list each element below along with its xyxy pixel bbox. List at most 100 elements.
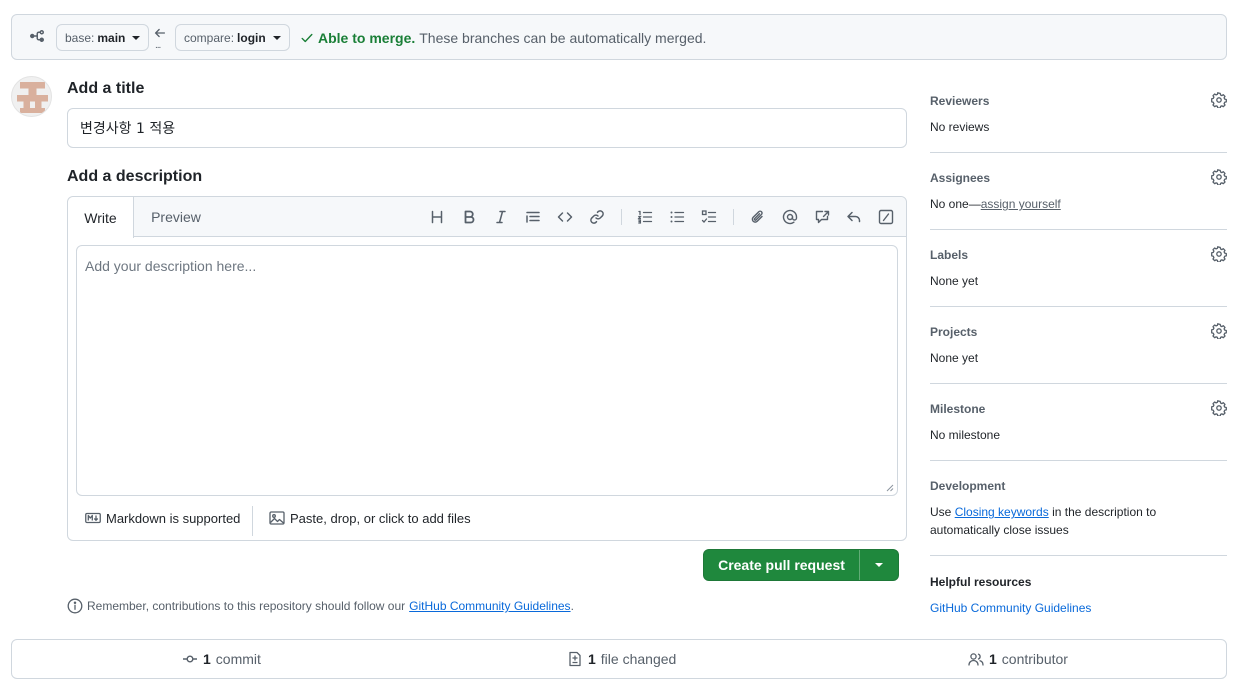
tab-write[interactable]: Write xyxy=(68,197,134,238)
footer-divider xyxy=(252,506,253,536)
gear-icon[interactable] xyxy=(1211,400,1227,416)
guidelines-text: Remember, contributions to this reposito… xyxy=(87,599,406,613)
slash-command-icon[interactable] xyxy=(878,209,894,225)
gear-icon[interactable] xyxy=(1211,92,1227,108)
base-prefix: base: xyxy=(65,30,95,45)
sidebar-divider xyxy=(930,555,1227,556)
create-options-dropdown[interactable] xyxy=(860,550,898,580)
numbered-list-icon[interactable] xyxy=(637,209,653,225)
projects-value: None yet xyxy=(930,351,979,365)
assignees-heading[interactable]: Assignees xyxy=(930,171,990,185)
quote-icon[interactable] xyxy=(525,209,541,225)
merge-status: Able to merge. These branches can be aut… xyxy=(300,30,706,46)
compare-dots: ... xyxy=(155,40,161,51)
merge-message: These branches can be automatically merg… xyxy=(419,30,707,46)
labels-value: None yet xyxy=(930,274,979,288)
merge-ok-text: Able to merge. xyxy=(318,30,416,46)
markdown-note: Markdown is supported xyxy=(106,510,241,526)
development-value: Use Closing keywords in the description … xyxy=(930,503,1156,539)
title-input[interactable] xyxy=(67,108,907,148)
commit-icon xyxy=(182,651,198,667)
create-pull-request-button[interactable]: Create pull request xyxy=(704,550,859,580)
labels-heading[interactable]: Labels xyxy=(930,248,968,262)
markdown-icon xyxy=(85,510,101,526)
attach-files-button[interactable]: Paste, drop, or click to add files xyxy=(269,510,471,526)
closing-keywords-link[interactable]: Closing keywords xyxy=(955,505,1049,519)
mention-icon[interactable] xyxy=(782,209,798,225)
task-list-icon[interactable] xyxy=(701,209,717,225)
markdown-supported-link[interactable]: Markdown is supported xyxy=(85,510,240,526)
check-icon xyxy=(300,31,314,45)
sidebar-divider xyxy=(930,306,1227,307)
base-branch-name: main xyxy=(97,30,126,45)
unordered-list-icon[interactable] xyxy=(669,209,685,225)
attach-icon[interactable] xyxy=(750,209,766,225)
development-heading: Development xyxy=(930,479,1006,493)
compare-branch-name: login xyxy=(237,30,266,45)
contributors-summary[interactable]: 1 contributor xyxy=(968,651,1068,667)
title-heading: Add a title xyxy=(67,80,145,97)
arrow-left-icon xyxy=(153,26,167,40)
helpful-resources-heading: Helpful resources xyxy=(930,575,1032,589)
chevron-down-icon xyxy=(132,35,141,40)
gear-icon[interactable] xyxy=(1211,323,1227,339)
sidebar-divider xyxy=(930,460,1227,461)
commits-summary[interactable]: 1 commit xyxy=(182,651,261,667)
commits-label: commit xyxy=(215,651,261,667)
description-textarea[interactable]: Add your description here... xyxy=(76,245,898,496)
gear-icon[interactable] xyxy=(1211,246,1227,262)
reference-icon[interactable] xyxy=(814,209,830,225)
editor-footer: Markdown is supported Paste, drop, or cl… xyxy=(68,502,906,540)
chevron-down-icon xyxy=(875,563,883,567)
files-summary[interactable]: 1 file changed xyxy=(567,651,676,667)
toolbar-divider xyxy=(621,209,622,225)
sidebar-divider xyxy=(930,229,1227,230)
assignees-value: No one—assign yourself xyxy=(930,197,1061,211)
compare-branch-select[interactable]: compare: login xyxy=(175,24,290,51)
gear-icon[interactable] xyxy=(1211,169,1227,185)
sidebar-divider xyxy=(930,383,1227,384)
files-count: 1 xyxy=(588,651,596,667)
reviewers-heading[interactable]: Reviewers xyxy=(930,94,989,108)
guidelines-notice: Remember, contributions to this reposito… xyxy=(67,598,574,614)
attach-note: Paste, drop, or click to add files xyxy=(290,510,471,526)
development-prefix: Use xyxy=(930,505,952,519)
assignees-none: No one— xyxy=(930,197,981,211)
code-icon[interactable] xyxy=(557,209,573,225)
git-compare-icon xyxy=(29,28,45,44)
compare-prefix: compare: xyxy=(184,30,235,45)
contributors-count: 1 xyxy=(989,651,997,667)
resize-handle-icon[interactable] xyxy=(886,484,894,492)
milestone-heading[interactable]: Milestone xyxy=(930,402,985,416)
assign-yourself-link[interactable]: assign yourself xyxy=(981,197,1061,211)
bold-icon[interactable] xyxy=(461,209,477,225)
editor-toolbar: Write Preview xyxy=(68,197,906,238)
helpful-guidelines-link[interactable]: GitHub Community Guidelines xyxy=(930,601,1091,615)
saved-reply-icon[interactable] xyxy=(846,209,862,225)
projects-heading[interactable]: Projects xyxy=(930,325,977,339)
avatar[interactable] xyxy=(11,76,52,117)
development-suffix: in the description to xyxy=(1052,505,1157,519)
tab-preview[interactable]: Preview xyxy=(134,197,218,237)
commits-count: 1 xyxy=(203,651,211,667)
description-editor: Write Preview Add your description here.… xyxy=(67,196,907,541)
italic-icon[interactable] xyxy=(493,209,509,225)
compare-bar: base: main ... compare: login Able to me… xyxy=(11,14,1227,60)
link-icon[interactable] xyxy=(589,209,605,225)
heading-icon[interactable] xyxy=(429,209,445,225)
reviewers-value: No reviews xyxy=(930,120,990,134)
people-icon xyxy=(968,651,984,667)
community-guidelines-link[interactable]: GitHub Community Guidelines xyxy=(409,599,570,613)
development-line2: automatically close issues xyxy=(930,523,1069,537)
milestone-value: No milestone xyxy=(930,428,1001,442)
contributors-label: contributor xyxy=(1001,651,1068,667)
toolbar-divider xyxy=(733,209,734,225)
pr-summary-bar: 1 commit 1 file changed 1 contributor xyxy=(11,639,1227,679)
file-diff-icon xyxy=(567,651,583,667)
description-heading: Add a description xyxy=(67,168,203,185)
sidebar-divider xyxy=(930,152,1227,153)
guidelines-end: . xyxy=(570,599,574,613)
base-branch-select[interactable]: base: main xyxy=(56,24,150,51)
info-icon xyxy=(67,598,83,614)
image-icon xyxy=(269,510,285,526)
